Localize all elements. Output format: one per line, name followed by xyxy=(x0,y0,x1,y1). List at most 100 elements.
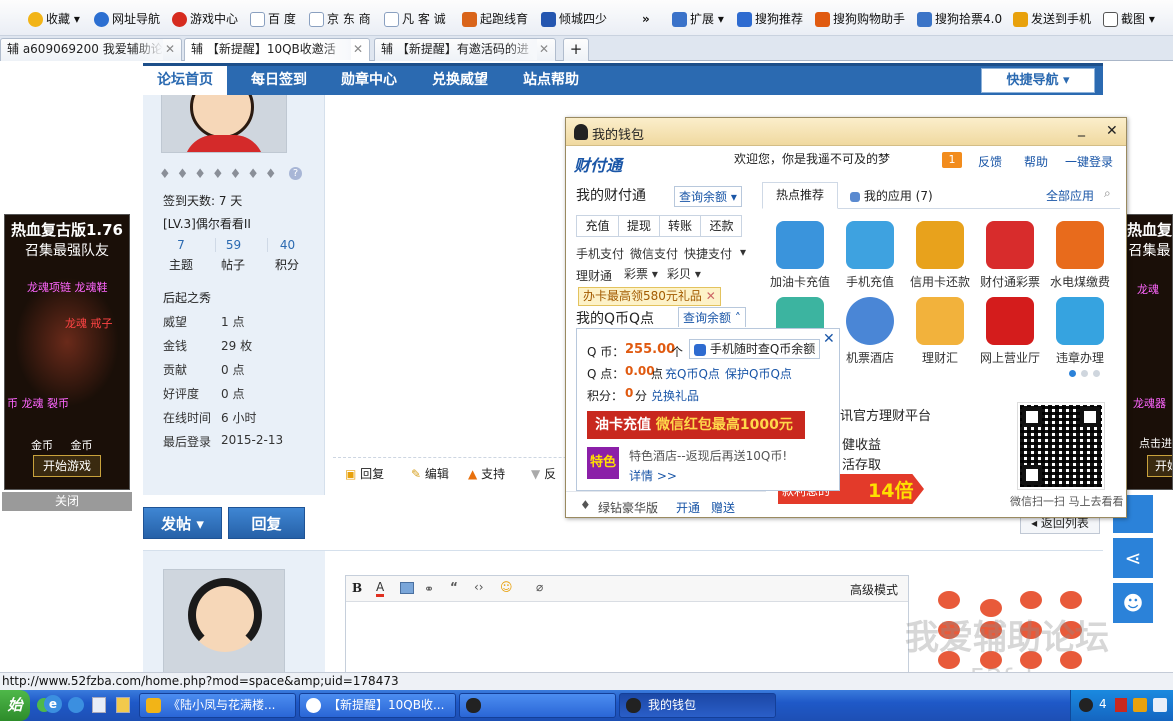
app-credit-card[interactable]: 信用卡还款 xyxy=(905,221,975,290)
app-wealth[interactable]: 理财汇 xyxy=(905,297,975,366)
redeem-gift-link[interactable]: 兑换礼品 xyxy=(651,387,699,404)
tab-hot-recommend[interactable]: 热点推荐 xyxy=(762,182,838,209)
nav-daily-signin[interactable]: 每日签到 xyxy=(251,66,307,95)
help-icon[interactable]: ? xyxy=(289,167,302,180)
fav-edu-link[interactable]: 起跑线育 xyxy=(462,9,528,29)
network-icon[interactable] xyxy=(1133,698,1147,712)
send-to-phone-button[interactable]: 发送到手机 xyxy=(1013,9,1091,29)
new-tab-button[interactable]: + xyxy=(563,38,589,61)
smiley-icon[interactable]: ☺ xyxy=(500,580,513,594)
reply-button[interactable]: 回复 xyxy=(228,507,305,539)
app-lottery[interactable]: 财付通彩票 xyxy=(975,221,1045,290)
bold-button[interactable]: B xyxy=(352,581,362,595)
app-fuel-card[interactable]: 加油卡充值 xyxy=(765,221,835,290)
wallet-titlebar[interactable]: 我的钱包 _ ✕ xyxy=(566,118,1126,146)
font-color-button[interactable]: A xyxy=(376,580,385,597)
close-button[interactable]: ✕ xyxy=(1106,123,1118,139)
detail-link[interactable]: 详情 >> xyxy=(629,467,677,484)
all-apps-link[interactable]: 全部应用 xyxy=(1046,187,1094,204)
explorer-icon[interactable] xyxy=(92,697,106,713)
minimize-button[interactable]: _ xyxy=(1078,121,1085,137)
close-icon[interactable]: ✕ xyxy=(165,39,175,60)
fav-baidu-link[interactable]: 百 度 xyxy=(250,9,296,29)
fav-game-link[interactable]: 游戏中心 xyxy=(172,9,238,29)
app-phone-recharge[interactable]: 手机充值 xyxy=(835,221,905,290)
quick-nav-button[interactable]: 快捷导航 ▾ xyxy=(981,68,1095,93)
share-icon[interactable]: ⋖ xyxy=(1113,538,1153,578)
lottery-link[interactable]: 彩票 ▾ xyxy=(624,265,658,282)
help-link[interactable]: 帮助 xyxy=(1024,153,1048,170)
emoticon[interactable] xyxy=(938,591,960,609)
app-traffic-violation[interactable]: 违章办理 xyxy=(1045,297,1115,366)
taskbar-item-wallet[interactable]: 我的钱包 xyxy=(619,693,776,718)
app-flight-hotel[interactable]: 机票酒店 xyxy=(835,297,905,366)
message-badge[interactable]: 1 xyxy=(942,152,962,168)
protect-qcoin-link[interactable]: 保护Q币Q点 xyxy=(725,365,792,382)
browser-icon[interactable] xyxy=(68,697,84,713)
extensions-button[interactable]: 扩展 ▾ xyxy=(672,9,724,29)
tab-my-apps[interactable]: 我的应用 (7) xyxy=(850,187,933,204)
tab-reminder-2[interactable]: 辅 【新提醒】有邀活码的进 ✕ xyxy=(374,38,556,61)
link-icon[interactable]: ⚭ xyxy=(424,582,434,596)
quick-pay-link[interactable]: 快捷支付 xyxy=(684,245,732,262)
emoticon[interactable] xyxy=(1020,591,1042,609)
start-game-button[interactable]: 开始游戏 xyxy=(33,455,101,477)
taskbar-item-browser[interactable]: 【新提醒】10QB收... xyxy=(299,693,456,718)
nav-forum-home[interactable]: 论坛首页 xyxy=(143,66,227,95)
code-icon[interactable]: ‹› xyxy=(474,580,484,594)
app-unicom[interactable]: 网上营业厅 xyxy=(975,297,1045,366)
threads-count[interactable]: 7 xyxy=(163,238,199,252)
qq-penguin-icon[interactable] xyxy=(1079,698,1093,712)
close-icon[interactable]: ✕ xyxy=(823,331,835,347)
support-action[interactable]: ▲ 支持 xyxy=(468,465,505,482)
nav-medal-center[interactable]: 勋章中心 xyxy=(341,66,397,95)
taskbar-item-qq[interactable] xyxy=(459,693,616,718)
image-icon[interactable] xyxy=(400,582,414,594)
search-icon[interactable]: ⌕ xyxy=(1104,186,1111,201)
screenshot-button[interactable]: 截图 ▾ xyxy=(1103,9,1155,29)
close-icon[interactable]: ✕ xyxy=(353,39,363,60)
fav-qingcheng-link[interactable]: 倾城四少 xyxy=(541,9,607,29)
security-icon[interactable] xyxy=(1115,698,1127,712)
tab-profile[interactable]: 辅 a609069200 我爱辅助论 ✕ xyxy=(0,38,182,61)
points-count[interactable]: 40 xyxy=(267,238,307,252)
edit-action[interactable]: ✎ 编辑 xyxy=(411,465,449,482)
left-game-ad[interactable]: 热血复古版1.76 召集最强队友 龙魂项链 龙魂鞋 龙魂 戒子 币 龙魂 裂币 … xyxy=(4,214,130,490)
vip-open-link[interactable]: 开通 xyxy=(676,499,700,516)
favorites-star-button[interactable]: 收藏 ▾ xyxy=(28,9,80,29)
vip-gift-link[interactable]: 赠送 xyxy=(711,499,735,516)
start-button[interactable]: 始 xyxy=(0,690,30,721)
recharge-qcoin-link[interactable]: 充Q币Q点 xyxy=(665,365,720,382)
ad-close-button[interactable]: 关闭 xyxy=(2,492,132,511)
withdraw-button[interactable]: 提现 xyxy=(618,216,659,236)
licaitong-link[interactable]: 理财通 xyxy=(576,267,612,284)
avatar[interactable] xyxy=(161,95,287,153)
recharge-button[interactable]: 充值 xyxy=(577,216,618,236)
reply-editor[interactable]: B A ⚭ “ ‹› ☺ ⌀ 高级模式 xyxy=(345,575,909,673)
quote-icon[interactable]: “ xyxy=(450,580,458,594)
caibei-link[interactable]: 彩贝 ▾ xyxy=(667,265,701,282)
carousel-dots[interactable] xyxy=(1069,370,1100,378)
fav-jd-link[interactable]: 京 东 商 xyxy=(309,9,371,29)
new-post-button[interactable]: 发帖 ▾ xyxy=(143,507,222,539)
transfer-button[interactable]: 转账 xyxy=(659,216,700,236)
start-game-button-right[interactable]: 开始 xyxy=(1147,455,1172,477)
nav-site-help[interactable]: 站点帮助 xyxy=(523,66,579,95)
repay-button[interactable]: 还款 xyxy=(700,216,742,236)
tab-reminder-active[interactable]: 辅 【新提醒】10QB收邀活 ✕ xyxy=(184,38,370,61)
ie-icon[interactable]: e xyxy=(44,695,62,713)
sogou-shopping-button[interactable]: 搜狗购物助手 xyxy=(815,9,905,29)
nav-exchange-prestige[interactable]: 兑换威望 xyxy=(432,66,488,95)
more-arrow-icon[interactable]: ▾ xyxy=(740,245,746,259)
feedback-link[interactable]: 反馈 xyxy=(978,153,1002,170)
fav-nav-link[interactable]: 网址导航 xyxy=(94,9,160,29)
fav-vancl-link[interactable]: 凡 客 诚 xyxy=(384,9,446,29)
oppose-action[interactable]: ▼ 反 xyxy=(531,465,556,482)
posts-count[interactable]: 59 xyxy=(215,238,251,252)
sogou-recommend-button[interactable]: 搜狗推荐 xyxy=(737,9,803,29)
sogou-ticket-button[interactable]: 搜狗拾票4.0 xyxy=(917,9,1002,29)
one-click-login-link[interactable]: 一键登录 xyxy=(1065,153,1113,170)
volume-icon[interactable] xyxy=(1153,698,1167,712)
ime-icon[interactable]: 4 xyxy=(1099,697,1107,711)
favorites-more-button[interactable]: » xyxy=(642,9,650,29)
